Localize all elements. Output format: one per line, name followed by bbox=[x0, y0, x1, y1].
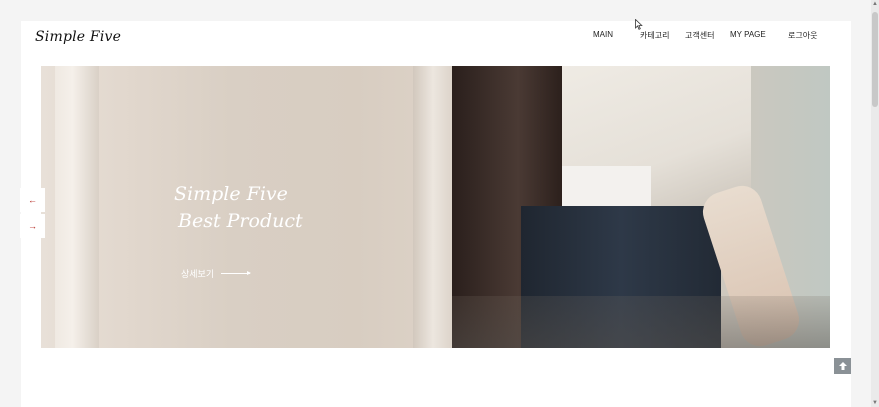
mouse-cursor-icon bbox=[635, 19, 643, 30]
arrow-left-icon: ← bbox=[28, 195, 37, 205]
scrollbar-thumb[interactable] bbox=[872, 12, 878, 107]
hero-background-pillar bbox=[413, 66, 453, 348]
page-scrollbar[interactable]: ▲ ▼ bbox=[871, 0, 879, 407]
arrow-up-icon bbox=[838, 362, 847, 370]
slider-prev-button[interactable]: ← bbox=[20, 188, 45, 212]
slider-next-button[interactable]: → bbox=[20, 214, 45, 238]
nav-item-main[interactable]: MAIN bbox=[593, 30, 613, 39]
nav-item-support[interactable]: 고객센터 bbox=[685, 30, 714, 41]
hero-banner[interactable]: Simple Five Best Product 상세보기 bbox=[41, 66, 830, 348]
scroll-down-icon[interactable]: ▼ bbox=[871, 399, 879, 407]
scroll-top-button[interactable] bbox=[834, 358, 851, 374]
scroll-up-icon[interactable]: ▲ bbox=[871, 0, 879, 8]
hero-title-line1: Simple Five bbox=[174, 183, 288, 205]
hero-model-photo bbox=[561, 166, 651, 211]
arrow-right-icon: → bbox=[28, 221, 37, 231]
page-container: Simple Five MAIN 카테고리 고객센터 MY PAGE 로그아웃 … bbox=[21, 21, 851, 407]
hero-model-photo bbox=[452, 296, 830, 348]
nav-item-mypage[interactable]: MY PAGE bbox=[730, 30, 766, 39]
hero-background-pillar bbox=[55, 66, 99, 348]
nav-item-logout[interactable]: 로그아웃 bbox=[788, 30, 817, 41]
nav-item-category[interactable]: 카테고리 bbox=[640, 30, 669, 41]
main-nav: MAIN 카테고리 고객센터 MY PAGE 로그아웃 bbox=[21, 30, 851, 44]
arrow-right-long-icon[interactable] bbox=[221, 271, 251, 275]
hero-title-line2: Best Product bbox=[178, 210, 303, 232]
hero-detail-link[interactable]: 상세보기 bbox=[181, 267, 214, 280]
